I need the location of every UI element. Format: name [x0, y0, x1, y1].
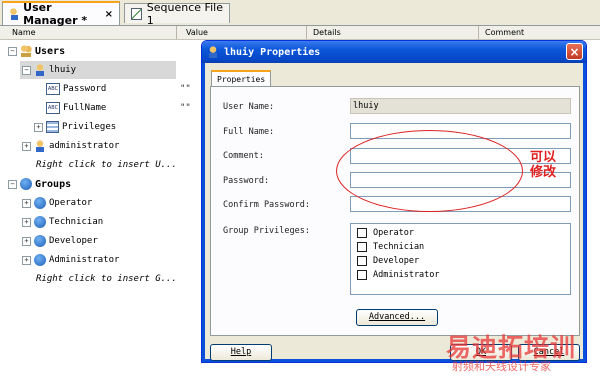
- dialog-titlebar[interactable]: lhuiy Properties ×: [202, 41, 586, 63]
- collapse-icon[interactable]: −: [8, 180, 17, 189]
- sequence-file-icon: [131, 7, 142, 20]
- dialog-title: lhuiy Properties: [224, 46, 321, 58]
- expand-icon[interactable]: +: [22, 256, 31, 265]
- user-icon: [34, 64, 46, 76]
- tree-node-users[interactable]: − Users: [8, 42, 65, 60]
- group-privileges-label: Group Privileges:: [223, 226, 310, 236]
- tree-label: Password: [63, 84, 107, 94]
- column-header-row: Name Value Details Comment: [0, 26, 600, 40]
- watermark-subtitle: 射频和天线设计专家: [452, 360, 551, 373]
- tab-sequence-file[interactable]: Sequence File 1: [124, 1, 230, 27]
- group-icon: [34, 254, 46, 266]
- tree-label: Developer: [49, 236, 98, 246]
- tree-node-group-operator[interactable]: + Operator: [20, 194, 92, 212]
- hint-text: Right click to insert U...: [36, 160, 177, 170]
- tree-label: Technician: [49, 217, 104, 227]
- fullname-value: "": [180, 103, 191, 113]
- string-property-icon: ABC: [46, 83, 60, 95]
- column-value[interactable]: Value: [186, 28, 208, 37]
- properties-panel: User Name: lhuiy Full Name: Comment: Pas…: [210, 86, 580, 336]
- password-value: "": [180, 84, 191, 94]
- column-name[interactable]: Name: [12, 28, 36, 37]
- privilege-administrator-checkbox[interactable]: Administrator: [357, 270, 440, 280]
- user-icon: [207, 46, 219, 58]
- comment-label: Comment:: [223, 151, 264, 161]
- tree-node-group-technician[interactable]: + Technician: [20, 213, 103, 231]
- tree-node-fullname[interactable]: ABC FullName: [46, 99, 106, 117]
- tab-user-manager[interactable]: User Manager * ×: [2, 1, 120, 27]
- user-name-label: User Name:: [223, 102, 275, 112]
- privilege-developer-checkbox[interactable]: Developer: [357, 256, 419, 266]
- group-icon: [34, 216, 46, 228]
- expand-icon[interactable]: +: [22, 142, 31, 151]
- annotation-line: 可以: [530, 150, 557, 165]
- insert-group-hint[interactable]: Right click to insert G...: [36, 270, 177, 288]
- privilege-technician-checkbox[interactable]: Technician: [357, 242, 424, 252]
- dialog-close-button[interactable]: ×: [566, 43, 583, 60]
- tree-label: Administrator: [49, 255, 120, 265]
- password-label: Password:: [223, 176, 270, 186]
- tree-node-user-lhuiy[interactable]: − lhuiy: [20, 61, 176, 79]
- privilege-operator-checkbox[interactable]: Operator: [357, 228, 414, 238]
- user-manager-icon: [9, 8, 19, 20]
- tree-label: Privileges: [62, 122, 117, 132]
- tree-node-group-administrator[interactable]: + Administrator: [20, 251, 119, 269]
- collapse-icon[interactable]: −: [22, 66, 31, 75]
- expand-icon[interactable]: +: [22, 237, 31, 246]
- group-icon: [34, 235, 46, 247]
- tree-node-groups[interactable]: − Groups: [8, 175, 71, 193]
- annotation-text: 可以 修改: [530, 150, 556, 180]
- user-name-field: lhuiy: [350, 98, 571, 114]
- annotation-line: 修改: [530, 165, 557, 180]
- tree-label: Operator: [49, 198, 93, 208]
- tab-close-icon[interactable]: ×: [105, 9, 113, 20]
- full-name-label: Full Name:: [223, 127, 275, 137]
- column-details[interactable]: Details: [313, 28, 341, 37]
- group-privileges-list: Operator Technician Developer Administra…: [350, 223, 571, 295]
- tree-node-group-developer[interactable]: + Developer: [20, 232, 98, 250]
- container-icon: [46, 121, 59, 133]
- group-icon: [34, 197, 46, 209]
- groups-icon: [20, 178, 32, 190]
- tree-node-administrator[interactable]: + administrator: [20, 137, 119, 155]
- help-button[interactable]: Help: [210, 344, 272, 361]
- checkbox-label: Technician: [373, 242, 425, 252]
- expand-icon[interactable]: +: [22, 218, 31, 227]
- expand-icon[interactable]: +: [34, 123, 43, 132]
- annotation-ellipse: [336, 130, 523, 212]
- users-folder-icon: [20, 45, 32, 57]
- tree-label: Users: [35, 45, 66, 57]
- checkbox-label: Developer: [373, 256, 420, 266]
- tab-label: Sequence File 1: [146, 0, 223, 27]
- hint-text: Right click to insert G...: [36, 274, 177, 284]
- tab-label: User Manager *: [23, 1, 88, 27]
- tab-properties[interactable]: Properties: [211, 70, 272, 86]
- tree-label: lhuiy: [49, 65, 77, 75]
- confirm-password-label: Confirm Password:: [223, 200, 310, 210]
- user-icon: [34, 140, 46, 152]
- insert-user-hint[interactable]: Right click to insert U...: [36, 156, 177, 174]
- tree-label: Groups: [35, 178, 72, 190]
- document-tab-bar: User Manager * × Sequence File 1: [0, 0, 600, 27]
- tree-node-privileges[interactable]: + Privileges: [34, 118, 116, 136]
- collapse-icon[interactable]: −: [8, 47, 17, 56]
- checkbox-label: Operator: [373, 228, 414, 238]
- tree-label: administrator: [49, 141, 120, 151]
- string-property-icon: ABC: [46, 102, 60, 114]
- checkbox-label: Administrator: [373, 270, 440, 280]
- advanced-button[interactable]: Advanced...: [356, 309, 438, 326]
- tree-label: FullName: [63, 103, 107, 113]
- tree-node-password[interactable]: ABC Password: [46, 80, 106, 98]
- column-comment[interactable]: Comment: [485, 28, 524, 37]
- expand-icon[interactable]: +: [22, 199, 31, 208]
